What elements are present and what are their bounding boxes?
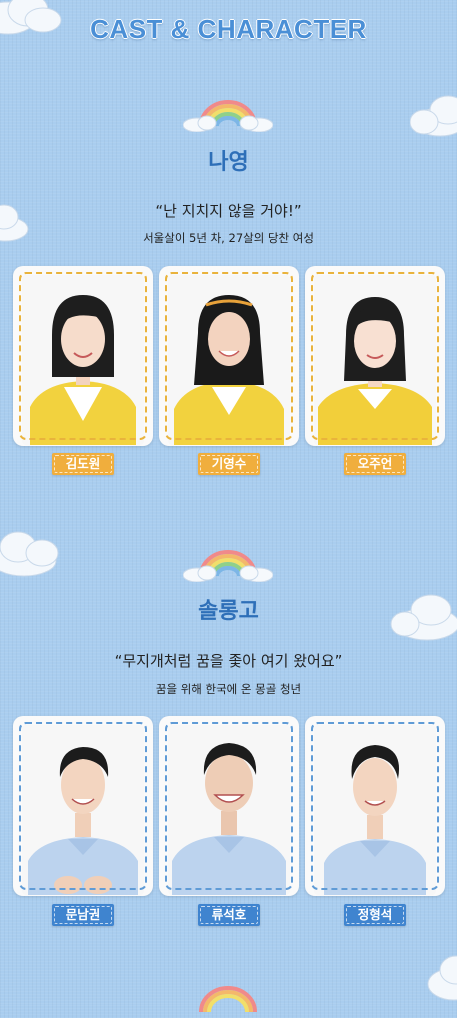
- character-name: 솔롱고: [198, 599, 259, 624]
- card-frame: [19, 722, 147, 890]
- actor-name-tag: 류석호: [198, 904, 260, 926]
- cast-card[interactable]: [159, 266, 299, 446]
- cast-card[interactable]: [305, 716, 445, 896]
- card-frame: [165, 272, 293, 440]
- cloud-icon: [410, 92, 457, 140]
- actor-name-tag: 정형석: [344, 904, 406, 926]
- character-description: 서울살이 5년 차, 27살의 당찬 여성: [143, 231, 314, 245]
- actor-name-tag: 오주언: [344, 453, 406, 475]
- cloud-icon: [426, 952, 457, 1004]
- cast-card[interactable]: [13, 716, 153, 896]
- cast-page: CAST & CHARACTER 나영 “난 지치지 않을 거야!” 서울살이 …: [0, 0, 457, 1013]
- card-frame: [311, 272, 439, 440]
- rainbow-icon: [183, 546, 273, 582]
- actor-name-tag: 문남권: [52, 904, 114, 926]
- cast-card[interactable]: [305, 266, 445, 446]
- cast-card[interactable]: [159, 716, 299, 896]
- cloud-icon: [0, 527, 64, 579]
- card-frame: [165, 722, 293, 890]
- actor-name-tag: 기영수: [198, 453, 260, 475]
- character-name: 나영: [208, 150, 249, 175]
- actor-name-tag: 김도원: [52, 453, 114, 475]
- character-quote: “난 지치지 않을 거야!”: [155, 202, 302, 220]
- card-frame: [19, 272, 147, 440]
- rainbow-icon: [183, 982, 273, 1018]
- character-quote: “무지개처럼 꿈을 좇아 여기 왔어요”: [114, 652, 343, 670]
- page-title: CAST & CHARACTER: [90, 14, 367, 44]
- cast-card[interactable]: [13, 266, 153, 446]
- card-frame: [311, 722, 439, 890]
- rainbow-icon: [183, 96, 273, 132]
- character-description: 꿈을 위해 한국에 온 몽골 청년: [155, 682, 302, 696]
